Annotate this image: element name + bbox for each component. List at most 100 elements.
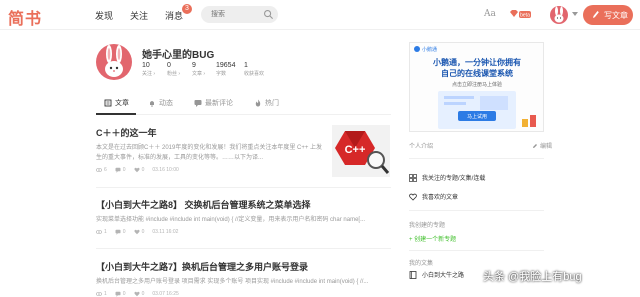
- views-count: 1: [104, 291, 107, 297]
- views-count: 6: [104, 167, 107, 173]
- beta-diamond-icon[interactable]: beta: [508, 9, 532, 20]
- message-count-badge: 3: [182, 4, 192, 14]
- ad-line1: 小鹅通，一分钟让你拥有: [432, 57, 521, 67]
- profile-tabs: 文章 动态 最新评论 热门: [96, 93, 391, 115]
- stat-label: 字数: [216, 71, 227, 77]
- tab-label: 热门: [265, 100, 279, 107]
- article-abstract: 实现菜单选择功能 #include #include int main(void…: [96, 217, 366, 223]
- pen-icon: [593, 11, 599, 18]
- views: 1: [96, 229, 107, 235]
- ad-graphic: 小鹅通 小鹅通，一分钟让你拥有 自己的在线课堂系统 点击立即注册马上体验 马上试…: [410, 43, 543, 131]
- comment-icon: [115, 167, 121, 173]
- user-avatar[interactable]: [550, 6, 568, 24]
- article-thumbnail[interactable]: C++: [332, 125, 390, 177]
- article-divider: [96, 248, 391, 249]
- rabbit-avatar-icon: [105, 45, 123, 77]
- likes: 0: [134, 167, 145, 173]
- svg-text:C++: C++: [345, 144, 366, 156]
- stat-label: 文章 ›: [192, 71, 206, 77]
- comment-icon: [115, 291, 121, 297]
- nav-messages[interactable]: 消息: [165, 9, 183, 22]
- ad-button: 马上试用: [467, 113, 487, 120]
- tab-latest-comments[interactable]: 最新评论: [194, 98, 233, 108]
- anthology-item-label: 小白到大牛之路: [422, 273, 465, 279]
- sidebar-link-liked[interactable]: 我喜欢的文章: [409, 192, 458, 201]
- nav-follow[interactable]: 关注: [130, 9, 148, 22]
- article-meta: 1 0 0 03.11 16:02: [96, 229, 391, 235]
- article-title[interactable]: 【小白到大牛之路8】 交换机后台管理系统之菜单选择: [96, 198, 391, 211]
- watermark: 头条 @我脸上有bug: [483, 271, 582, 283]
- sidebar-link-following[interactable]: 我关注的专题/文集/连载: [409, 173, 485, 182]
- article-abstract: 换机后台管理之多用户账号登录 项目需求 实现多个账号 项目实现 #include…: [96, 279, 369, 285]
- views: 1: [96, 291, 107, 297]
- stat-value: 1: [244, 62, 248, 69]
- stat-label: 粉丝 ›: [167, 71, 181, 77]
- site-logo[interactable]: 简书: [8, 5, 42, 29]
- stat-followers[interactable]: 0 粉丝 ›: [167, 62, 180, 77]
- tab-activity[interactable]: 动态: [148, 98, 173, 108]
- likes: 0: [134, 229, 145, 235]
- nav-discover[interactable]: 发现: [95, 9, 113, 22]
- sidebar-link-label: 我关注的专题/文集/连载: [422, 176, 486, 182]
- comments-count: 0: [122, 291, 126, 297]
- tab-label: 文章: [115, 100, 129, 107]
- anthology-item[interactable]: 小白到大牛之路: [409, 270, 464, 279]
- edit-label: 编辑: [540, 144, 553, 150]
- comments-count: 0: [122, 167, 126, 173]
- stat-likes: 1 收获喜欢: [244, 62, 264, 77]
- created-topics-label: 我创建的专题: [409, 223, 446, 229]
- sidebar-intro-label: 个人介绍: [409, 144, 434, 150]
- heart-icon: [134, 291, 140, 297]
- tab-label: 动态: [159, 100, 173, 107]
- chevron-down-icon[interactable]: [572, 12, 578, 16]
- profile-avatar[interactable]: [96, 44, 132, 80]
- stat-value: 10: [142, 62, 150, 69]
- likes: 0: [134, 291, 145, 297]
- likes-count: 0: [141, 291, 145, 297]
- heart-icon: [134, 229, 140, 235]
- beta-label: beta: [520, 13, 530, 19]
- comments[interactable]: 0: [115, 167, 126, 173]
- search-icon[interactable]: [263, 9, 274, 20]
- ad-brand: 小鹅通: [422, 46, 437, 53]
- stat-label: 关注 ›: [142, 71, 156, 77]
- tab-hot[interactable]: 热门: [254, 98, 279, 108]
- bell-icon: [150, 101, 154, 107]
- create-topic-link[interactable]: + 创建一个新专题: [409, 234, 456, 243]
- likes-count: 0: [141, 167, 145, 173]
- publish-time: 03.11 16:02: [152, 229, 179, 235]
- sidebar-ad-banner[interactable]: 小鹅通 小鹅通，一分钟让你拥有 自己的在线课堂系统 点击立即注册马上体验 马上试…: [409, 42, 544, 132]
- sidebar-edit-link[interactable]: 编辑: [532, 141, 552, 150]
- publish-time: 03.16 10:00: [152, 167, 179, 173]
- heart-icon: [134, 167, 140, 173]
- stat-value: 19654: [216, 62, 236, 69]
- sidebar-divider: [409, 158, 544, 159]
- article-item[interactable]: 【小白到大牛之路7】换机后台管理之多用户账号登录 换机后台管理之多用户账号登录 …: [96, 260, 391, 297]
- article-abstract: 本文是在过去回顾C＋＋ 2019年度的变化和发展！我们将重点关注本年度里 C++…: [96, 145, 323, 161]
- article-title[interactable]: 【小白到大牛之路7】换机后台管理之多用户账号登录: [96, 260, 391, 273]
- sidebar-divider: [409, 250, 544, 251]
- stat-following[interactable]: 10 关注 ›: [142, 62, 155, 77]
- font-size-toggle[interactable]: Aa: [484, 9, 496, 19]
- likes-count: 0: [141, 229, 145, 235]
- comment-icon: [194, 100, 202, 107]
- top-navbar: 简书 发现 关注 消息 3 Aa beta 写文章: [0, 0, 640, 30]
- views: 6: [96, 167, 107, 173]
- profile-username[interactable]: 她手心里的BUG: [142, 46, 214, 61]
- book-icon: [409, 270, 417, 279]
- comments[interactable]: 0: [115, 229, 126, 235]
- stat-words: 19654 字数: [216, 62, 235, 77]
- sidebar-link-label: 我喜欢的文章: [422, 195, 459, 201]
- tab-articles[interactable]: 文章: [104, 98, 129, 108]
- stat-articles[interactable]: 9 文章 ›: [192, 62, 205, 77]
- eye-icon: [96, 291, 102, 297]
- stat-value: 0: [167, 62, 171, 69]
- stat-label: 收获喜欢: [244, 71, 265, 77]
- article-divider: [96, 187, 391, 188]
- views-count: 1: [104, 229, 107, 235]
- comments[interactable]: 0: [115, 291, 126, 297]
- article-meta: 1 0 0 03.07 16:25: [96, 291, 391, 297]
- heart-outline-icon: [409, 193, 417, 201]
- publish-time: 03.07 16:25: [152, 291, 179, 297]
- article-item[interactable]: 【小白到大牛之路8】 交换机后台管理系统之菜单选择 实现菜单选择功能 #incl…: [96, 198, 391, 235]
